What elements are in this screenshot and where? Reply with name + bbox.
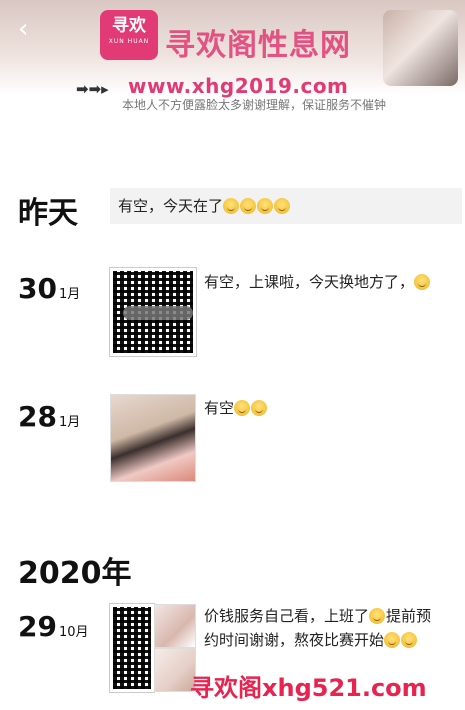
post-text-line: 价钱服务自己看，上班了 — [204, 607, 370, 625]
photo-thumbnail[interactable] — [110, 394, 196, 482]
post-text: 有空，今天在了 — [118, 197, 224, 215]
arrow-icon: ➡➡▸ — [76, 80, 109, 98]
qr-code-image[interactable] — [109, 267, 197, 357]
post-text-content: 有空 — [204, 399, 235, 417]
smile-emoji-icon — [223, 198, 240, 214]
logo-subtext: XUN HUAN — [108, 38, 150, 45]
bottom-watermark: 寻欢阁xhg521.com — [190, 674, 427, 702]
post-text[interactable]: 有空，上课啦，今天换地方了， — [204, 270, 460, 294]
smile-emoji-icon — [369, 608, 386, 624]
avatar[interactable] — [383, 10, 458, 86]
date-day: 29 — [18, 610, 57, 643]
upside-down-emoji-icon — [401, 632, 418, 648]
post-text[interactable]: 有空 — [204, 396, 268, 420]
smile-emoji-icon — [234, 400, 251, 416]
smile-emoji-icon — [414, 274, 431, 290]
post-date: 28 1月 — [18, 400, 80, 433]
chevron-left-icon[interactable]: ‹ — [18, 14, 28, 44]
watermark-title: 寻欢阁性息网 — [165, 28, 351, 63]
post-text-line: 提前预 — [386, 607, 432, 625]
date-month: 1月 — [58, 415, 81, 430]
date-day: 28 — [18, 400, 57, 433]
watermark-url: www.xhg2019.com — [128, 74, 349, 98]
qr-code-image[interactable] — [109, 603, 155, 693]
date-day: 昨天 — [18, 196, 78, 231]
post-text-line: 约时间谢谢，熬夜比赛开始 — [204, 631, 385, 649]
smile-emoji-icon — [240, 198, 257, 214]
date-month: 10月 — [58, 625, 89, 640]
smile-emoji-icon — [251, 400, 268, 416]
date-month: 1月 — [58, 287, 81, 302]
profile-notice: 本地人不方便露脸太多谢谢理解，保证服务不催钟 — [122, 98, 387, 112]
post-date: 昨天 — [18, 188, 78, 232]
post-date: 30 1月 — [18, 272, 80, 305]
smile-emoji-icon — [257, 198, 274, 214]
date-day: 30 — [18, 272, 57, 305]
profile-header: ‹ 寻欢 XUN HUAN 寻欢阁性息网 ➡➡▸ www.xhg2019.com — [0, 0, 465, 98]
year-label: 2020年 — [18, 556, 132, 591]
text-post[interactable]: 有空，今天在了 — [110, 188, 462, 224]
post-text[interactable]: 价钱服务自己看，上班了 提前预 约时间谢谢，熬夜比赛开始 — [204, 604, 462, 652]
photo-thumbnail[interactable] — [154, 604, 196, 648]
blurred-overlay — [123, 306, 193, 320]
logo-text: 寻欢 — [112, 16, 146, 36]
site-logo: 寻欢 XUN HUAN — [100, 10, 158, 60]
post-date: 29 10月 — [18, 610, 89, 643]
smile-emoji-icon — [274, 198, 291, 214]
upside-down-emoji-icon — [384, 632, 401, 648]
post-text-content: 有空，上课啦，今天换地方了， — [204, 273, 415, 291]
